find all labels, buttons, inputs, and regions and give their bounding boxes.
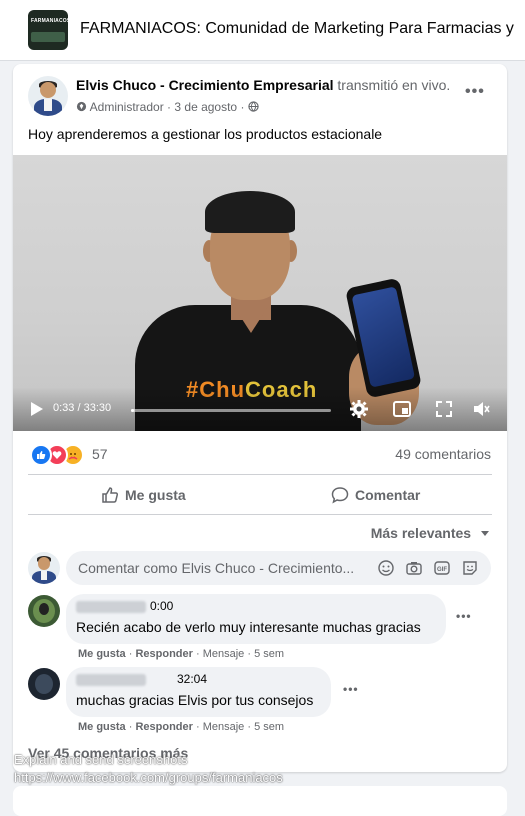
group-header: FARMANIACOS FARMANIACOS: Comunidad de Ma… — [0, 0, 525, 61]
next-post-card — [13, 786, 507, 816]
group-logo-banner — [31, 32, 65, 42]
sort-label: Más relevantes — [370, 525, 472, 541]
commenter-avatar[interactable] — [28, 668, 60, 700]
post-card: Elvis Chuco - Crecimiento Empresarial tr… — [13, 64, 507, 772]
settings-icon[interactable] — [349, 399, 369, 419]
post-date[interactable]: 3 de agosto — [174, 100, 237, 114]
globe-icon — [248, 101, 259, 112]
camera-icon[interactable] — [405, 559, 423, 577]
post-header: Elvis Chuco - Crecimiento Empresarial tr… — [76, 77, 450, 93]
author-avatar[interactable] — [28, 76, 68, 116]
video-controls: 0:33 / 33:30 — [13, 387, 507, 431]
thumbs-up-icon — [102, 487, 119, 503]
fullscreen-icon[interactable] — [434, 399, 454, 419]
author-role: Administrador — [89, 100, 164, 114]
comment-count[interactable]: 49 comentarios — [395, 446, 491, 462]
emoji-icon[interactable] — [377, 559, 395, 577]
like-label: Me gusta — [125, 487, 186, 503]
video-progress-bar[interactable] — [131, 409, 331, 412]
comment-input-placeholder: Comentar como Elvis Chuco - Crecimiento.… — [78, 560, 355, 576]
group-title[interactable]: FARMANIACOS: Comunidad de Marketing Para… — [80, 20, 514, 38]
comment-more-dots-icon[interactable]: ••• — [343, 682, 359, 696]
volume-icon[interactable] — [471, 399, 491, 419]
commenter-avatar[interactable] — [28, 595, 60, 627]
comment-timestamp[interactable]: 32:04 — [177, 672, 207, 686]
post-text: Hoy aprenderemos a gestionar los product… — [28, 126, 383, 142]
comment-message-link[interactable]: Mensaje — [203, 648, 245, 660]
admin-shield-icon — [76, 101, 87, 112]
comment-message-link[interactable]: Mensaje — [203, 721, 245, 733]
current-user-avatar[interactable] — [28, 552, 60, 584]
video-progress-fill — [131, 409, 135, 412]
commenter-name-redacted[interactable] — [76, 674, 146, 686]
comment-like-link[interactable]: Me gusta — [78, 721, 126, 733]
presenter-hair — [205, 191, 295, 233]
caret-down-icon — [481, 531, 489, 536]
post-action: transmitió en vivo. — [337, 77, 451, 93]
reaction-count[interactable]: 57 — [92, 446, 108, 462]
comment-age: 5 sem — [254, 648, 285, 660]
comment-input[interactable]: Comentar como Elvis Chuco - Crecimiento.… — [66, 551, 491, 585]
author-name[interactable]: Elvis Chuco - Crecimiento Empresarial — [76, 77, 334, 93]
comment-like-link[interactable]: Me gusta — [78, 648, 126, 660]
divider — [28, 474, 492, 475]
comment-reply-link[interactable]: Responder — [135, 721, 192, 733]
presenter-neckline — [233, 305, 269, 333]
group-logo-text: FARMANIACOS — [31, 18, 68, 24]
comment-reply-link[interactable]: Responder — [135, 648, 192, 660]
comment-bubble: 0:00 Recién acabo de verlo muy interesan… — [66, 594, 446, 644]
comment-actions: Me gusta · Responder · Mensaje · 5 sem — [78, 648, 285, 660]
group-logo[interactable]: FARMANIACOS — [28, 10, 68, 50]
sort-dropdown[interactable]: Más relevantes — [371, 525, 491, 541]
comment-text: muchas gracias Elvis por tus consejos — [76, 692, 314, 708]
sticker-icon[interactable] — [461, 559, 479, 577]
svg-text:GIF: GIF — [437, 567, 447, 573]
comment-icon — [331, 487, 349, 504]
watermark-line: Explain and send screenshots — [14, 752, 188, 767]
post-meta: Administrador · 3 de agosto · — [76, 100, 259, 114]
divider — [28, 514, 492, 515]
like-reaction-icon — [30, 444, 52, 466]
comment-text: Recién acabo de verlo muy interesante mu… — [76, 619, 421, 635]
video-time: 0:33 / 33:30 — [53, 402, 112, 414]
play-icon[interactable] — [27, 400, 45, 418]
like-button[interactable]: Me gusta — [101, 484, 186, 506]
comment-actions: Me gusta · Responder · Mensaje · 5 sem — [78, 721, 285, 733]
comment-label: Comentar — [355, 487, 421, 503]
comment-bubble: 32:04 muchas gracias Elvis por tus conse… — [66, 667, 331, 717]
comment-more-dots-icon[interactable]: ••• — [456, 609, 472, 623]
comment-button[interactable]: Comentar — [331, 484, 420, 506]
video-player[interactable]: #ChuCoach 0:33 / 33:30 — [13, 155, 507, 431]
comment-age: 5 sem — [254, 721, 285, 733]
picture-in-picture-icon[interactable] — [392, 399, 412, 419]
gif-icon[interactable]: GIF — [433, 559, 451, 577]
watermark-url: https://www.facebook.com/groups/farmania… — [14, 770, 283, 785]
post-more-dots-icon[interactable]: ••• — [465, 83, 485, 101]
commenter-name-redacted[interactable] — [76, 601, 146, 613]
comment-timestamp[interactable]: 0:00 — [150, 599, 173, 613]
